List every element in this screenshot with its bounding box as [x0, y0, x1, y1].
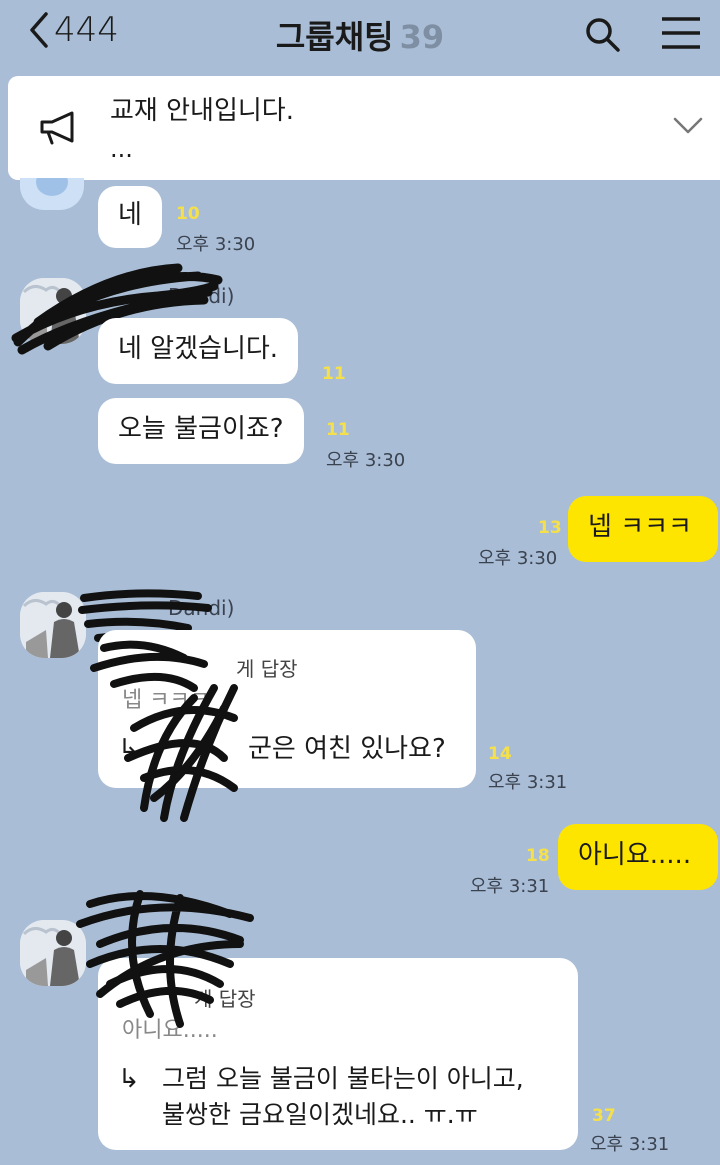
megaphone-icon — [40, 111, 74, 145]
message-text: 아니요..... — [578, 840, 692, 870]
message-time: 오후 3:30 — [326, 450, 406, 471]
search-icon[interactable] — [584, 16, 622, 54]
reply-message-bubble[interactable]: 게 답장 넵 ㅋㅋㅋ ↳ 군은 여친 있나요? — [98, 630, 476, 788]
chat-title-text: 그룹채팅 — [275, 18, 394, 56]
reply-message-bubble[interactable]: 게 답장 아니요..... ↳ 그럼 오늘 불금이 불타는이 아니고, 불쌍한 … — [98, 958, 578, 1150]
message-time: 오후 3:30 — [478, 548, 558, 569]
my-message-bubble[interactable]: 아니요..... — [558, 824, 718, 890]
avatar[interactable] — [20, 178, 84, 210]
reply-arrow: ↳ — [118, 734, 140, 764]
unread-count: 11 — [322, 364, 346, 384]
notice-text: 교재 안내입니다. — [110, 96, 294, 126]
reply-quote: 넵 ㅋㅋㅋ — [122, 688, 210, 713]
unread-count: 37 — [592, 1106, 616, 1126]
reply-arrow: ↳ — [118, 1064, 140, 1094]
message-text-line: 불쌍한 금요일이겠네요.. ㅠ.ㅠ — [162, 1100, 478, 1129]
reply-header: 게 답장 — [236, 657, 298, 681]
menu-icon[interactable] — [660, 16, 702, 50]
message-text: 군은 여친 있나요? — [248, 734, 446, 764]
reply-quote: 아니요..... — [122, 1018, 218, 1043]
avatar[interactable] — [20, 920, 86, 986]
sender-name: Dandi) — [168, 596, 235, 620]
message-time: 오후 3:30 — [176, 234, 256, 255]
chevron-down-icon[interactable] — [672, 116, 704, 136]
message-bubble[interactable]: 네 — [98, 186, 162, 248]
reply-header: 게 답장 — [194, 987, 256, 1011]
message-bubble[interactable]: 오늘 불금이죠? — [98, 398, 304, 464]
my-message-bubble[interactable]: 넵 ㅋㅋㅋ — [568, 496, 718, 562]
sender-name: Dandi) — [168, 284, 235, 308]
message-text: 넵 ㅋㅋㅋ — [588, 512, 692, 542]
message-bubble[interactable]: 네 알겠습니다. — [98, 318, 299, 384]
message-text: 오늘 불금이죠? — [118, 414, 284, 444]
message-text-line: 그럼 오늘 불금이 불타는이 아니고, — [162, 1064, 524, 1093]
unread-count: 13 — [538, 518, 562, 538]
unread-count: 18 — [526, 846, 550, 866]
member-count: 39 — [399, 18, 445, 56]
notice-banner[interactable]: 교재 안내입니다. ... — [8, 76, 720, 180]
unread-count: 14 — [488, 744, 512, 764]
message-time: 오후 3:31 — [488, 772, 568, 793]
avatar[interactable] — [20, 592, 86, 658]
unread-count: 10 — [176, 204, 200, 224]
chat-header: 444 그룹채팅 39 — [0, 0, 720, 70]
avatar[interactable] — [20, 278, 86, 344]
notice-more: ... — [110, 135, 133, 163]
message-time: 오후 3:31 — [470, 876, 550, 897]
message-text: 네 — [118, 200, 142, 230]
message-text: 네 알겠습니다. — [118, 334, 279, 364]
message-time: 오후 3:31 — [590, 1134, 670, 1155]
unread-count: 11 — [326, 420, 350, 440]
